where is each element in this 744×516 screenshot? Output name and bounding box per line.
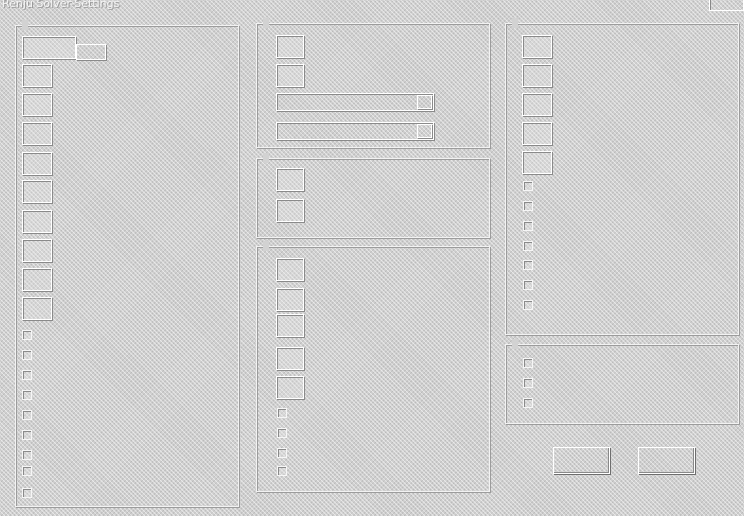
title-bar: Renju Solver-Settings xyxy=(0,0,744,12)
col2-checkbox-3[interactable] xyxy=(277,466,287,476)
col1-checkbox-4[interactable] xyxy=(22,410,32,420)
col2-bottom-spin-4[interactable] xyxy=(276,376,304,399)
col3-checkbox-4[interactable] xyxy=(523,260,533,270)
cancel-button[interactable] xyxy=(638,447,695,474)
col3-checkbox-3[interactable] xyxy=(523,241,533,251)
col1-checkbox-8[interactable] xyxy=(22,488,32,498)
col3-checkbox-0[interactable] xyxy=(523,181,533,191)
col3-spin-2[interactable] xyxy=(522,93,552,116)
col2-checkbox-0[interactable] xyxy=(277,408,287,418)
col3-lower-checkbox-2[interactable] xyxy=(523,398,533,408)
col2-combo-1[interactable] xyxy=(276,93,434,111)
col3-spin-1[interactable] xyxy=(522,64,552,87)
col1-checkbox-5[interactable] xyxy=(22,430,32,440)
col3-lower-checkbox-0[interactable] xyxy=(523,358,533,368)
group-col2b-legend xyxy=(263,153,269,163)
group-col3a-legend xyxy=(512,18,518,28)
window-title: Renju Solver-Settings xyxy=(2,0,120,10)
group-col3b-legend xyxy=(512,339,518,349)
col1-spin-9[interactable] xyxy=(22,297,52,320)
col1-checkbox-1[interactable] xyxy=(22,350,32,360)
col2-bottom-spin-1[interactable] xyxy=(276,288,304,311)
group-col3b xyxy=(505,339,739,424)
col2-bottom-spin-2[interactable] xyxy=(276,314,304,337)
col1-spin-7[interactable] xyxy=(22,239,52,262)
col3-lower-checkbox-1[interactable] xyxy=(523,378,533,388)
col2-spin-0[interactable] xyxy=(276,35,304,58)
col1-spin-0[interactable] xyxy=(22,36,76,59)
col1-checkbox-3[interactable] xyxy=(22,390,32,400)
col1-checkbox-7[interactable] xyxy=(22,466,32,476)
col1-spin-3[interactable] xyxy=(22,122,52,145)
col1-spin-8[interactable] xyxy=(22,268,52,291)
col3-checkbox-1[interactable] xyxy=(523,201,533,211)
col3-spin-3[interactable] xyxy=(522,122,552,145)
col3-spin-4[interactable] xyxy=(522,151,552,174)
col1-spin-1[interactable] xyxy=(22,64,52,87)
col2-mid-spin-1[interactable] xyxy=(276,199,304,222)
col3-spin-0[interactable] xyxy=(522,35,552,58)
col2-mid-spin-0[interactable] xyxy=(276,168,304,191)
col3-checkbox-5[interactable] xyxy=(523,280,533,290)
col1-spin-6[interactable] xyxy=(22,210,52,233)
col2-checkbox-2[interactable] xyxy=(277,448,287,458)
col2-bottom-spin-3[interactable] xyxy=(276,347,304,370)
group-col2c-legend xyxy=(263,241,269,251)
col2-spin-1[interactable] xyxy=(276,64,304,87)
col3-checkbox-2[interactable] xyxy=(523,221,533,231)
group-col2a-legend xyxy=(263,18,269,28)
group-col1-legend xyxy=(22,20,28,30)
col2-combo-2[interactable] xyxy=(276,122,434,140)
close-button[interactable] xyxy=(709,0,744,11)
col1-checkbox-6[interactable] xyxy=(22,450,32,460)
col2-bottom-spin-0[interactable] xyxy=(276,258,304,281)
chevron-down-icon[interactable] xyxy=(417,95,432,109)
col1-spin-4[interactable] xyxy=(22,152,52,175)
ok-button[interactable] xyxy=(553,447,610,474)
col1-spin-5[interactable] xyxy=(22,180,52,203)
col1-checkbox-0[interactable] xyxy=(22,330,32,340)
col1-spin-0-arrow[interactable] xyxy=(76,44,106,60)
col3-checkbox-6[interactable] xyxy=(523,300,533,310)
col1-checkbox-2[interactable] xyxy=(22,370,32,380)
col1-spin-2[interactable] xyxy=(22,93,52,116)
col2-checkbox-1[interactable] xyxy=(277,428,287,438)
chevron-down-icon[interactable] xyxy=(417,124,432,138)
